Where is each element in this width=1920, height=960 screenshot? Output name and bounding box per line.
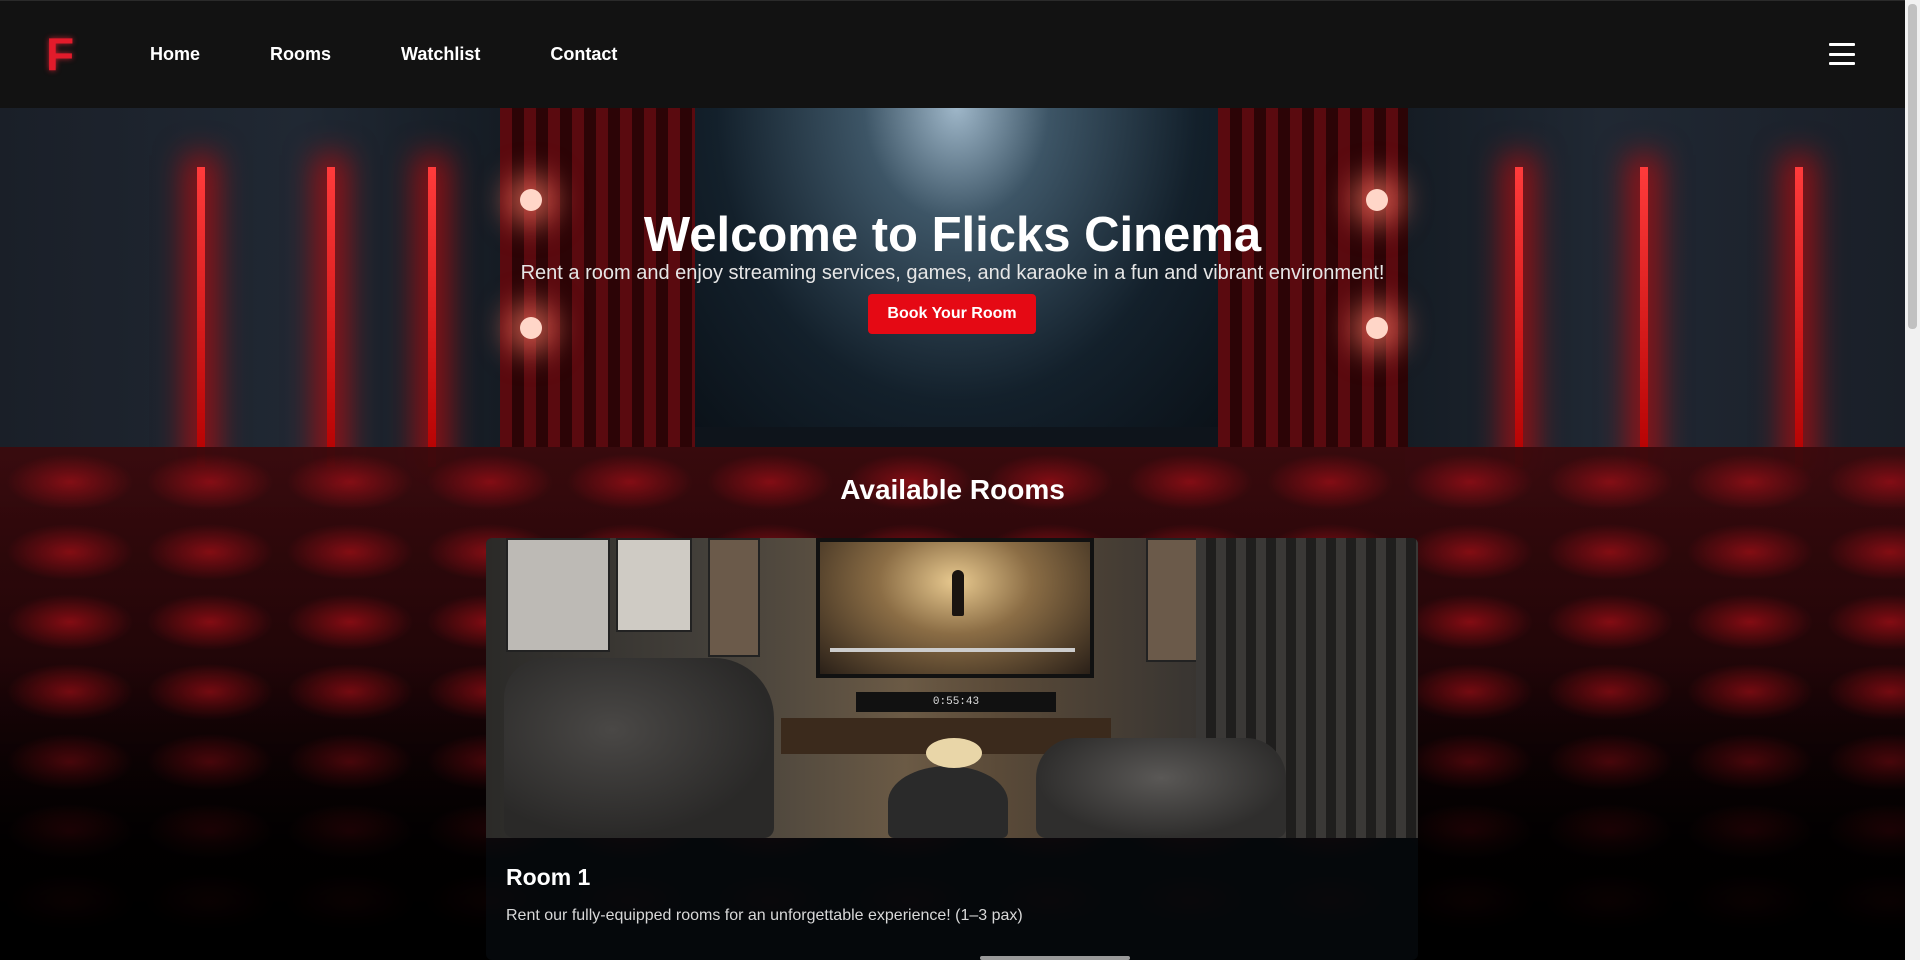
recliner-right — [1036, 738, 1286, 838]
wall-lamp — [1366, 317, 1388, 339]
recliner-left — [504, 658, 774, 838]
movie-poster — [1146, 538, 1200, 662]
nav-link-watchlist[interactable]: Watchlist — [401, 44, 480, 65]
top-navbar: F Home Rooms Watchlist Contact — [0, 0, 1905, 108]
hamburger-menu-icon[interactable] — [1829, 43, 1855, 65]
main-nav: Home Rooms Watchlist Contact — [150, 44, 687, 65]
room-description: Rent our fully-equipped rooms for an unf… — [506, 907, 1023, 924]
movie-poster — [708, 538, 760, 657]
available-rooms-title: Available Rooms — [840, 474, 1065, 505]
popcorn-bowl — [926, 738, 982, 768]
nav-link-rooms[interactable]: Rooms — [270, 44, 331, 65]
scrollbar-thumb[interactable] — [1908, 4, 1917, 329]
wall-art — [506, 538, 610, 652]
nav-link-home[interactable]: Home — [150, 44, 200, 65]
room-timer: 0:55:43 — [856, 692, 1056, 712]
hero-subtitle: Rent a room and enjoy streaming services… — [520, 262, 1385, 284]
wall-art — [616, 538, 692, 632]
screen-figure — [952, 570, 964, 616]
room-image: 0:55:43 — [486, 538, 1418, 838]
player-progress — [830, 648, 1075, 652]
room-card[interactable]: 0:55:43 Room 1 Rent our fully-equipped r… — [486, 538, 1418, 960]
book-room-button[interactable]: Book Your Room — [868, 294, 1036, 334]
hero-title: Welcome to Flicks Cinema — [643, 208, 1262, 262]
logo[interactable]: F — [46, 31, 74, 77]
horizontal-scroll-indicator[interactable] — [980, 956, 1130, 960]
room-name: Room 1 — [506, 864, 591, 890]
wall-lamp — [520, 317, 542, 339]
side-table — [888, 766, 1008, 838]
room-tv-screen — [816, 538, 1094, 678]
nav-link-contact[interactable]: Contact — [550, 44, 617, 65]
